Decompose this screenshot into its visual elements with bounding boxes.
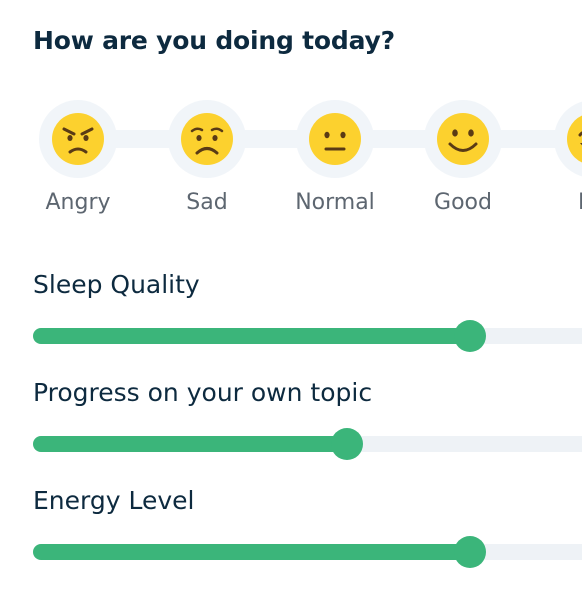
- mood-circle: [296, 100, 374, 178]
- slider-thumb[interactable]: [454, 536, 486, 568]
- slider-thumb[interactable]: [454, 320, 486, 352]
- angry-face-icon: [52, 113, 104, 165]
- smiling-face-icon: [437, 113, 489, 165]
- slider-thumb[interactable]: [331, 428, 363, 460]
- mood-option-happy[interactable]: Ha: [543, 100, 582, 215]
- mood-circle: [554, 100, 582, 178]
- slider-track[interactable]: [33, 428, 582, 460]
- mood-label: Sad: [186, 190, 228, 215]
- slider-label: Progress on your own topic: [33, 378, 373, 407]
- happy-face-icon: [567, 115, 582, 163]
- slider-label: Energy Level: [33, 486, 195, 515]
- slider-sleep-quality: Sleep Quality: [33, 270, 582, 352]
- mood-option-sad[interactable]: Sad: [157, 100, 257, 215]
- mood-option-good[interactable]: Good: [413, 100, 513, 215]
- mood-circle: [168, 100, 246, 178]
- slider-fill: [33, 436, 347, 452]
- slider-energy-level: Energy Level: [33, 486, 582, 568]
- mood-label: Ha: [543, 190, 582, 215]
- mood-option-angry[interactable]: Angry: [28, 100, 128, 215]
- mood-option-normal[interactable]: Normal: [285, 100, 385, 215]
- mood-check-in-panel: How are you doing today? Angry Sad Norma…: [0, 0, 582, 600]
- mood-circle: [39, 100, 117, 178]
- slider-track[interactable]: [33, 536, 582, 568]
- slider-fill: [33, 544, 470, 560]
- mood-label: Good: [434, 190, 492, 215]
- slider-fill: [33, 328, 470, 344]
- mood-label: Angry: [45, 190, 111, 215]
- neutral-face-icon: [309, 113, 361, 165]
- slider-track[interactable]: [33, 320, 582, 352]
- page-title: How are you doing today?: [33, 26, 395, 55]
- mood-circle: [424, 100, 502, 178]
- sad-face-icon: [181, 113, 233, 165]
- mood-label: Normal: [295, 190, 375, 215]
- slider-progress-own-topic: Progress on your own topic: [33, 378, 582, 460]
- slider-label: Sleep Quality: [33, 270, 200, 299]
